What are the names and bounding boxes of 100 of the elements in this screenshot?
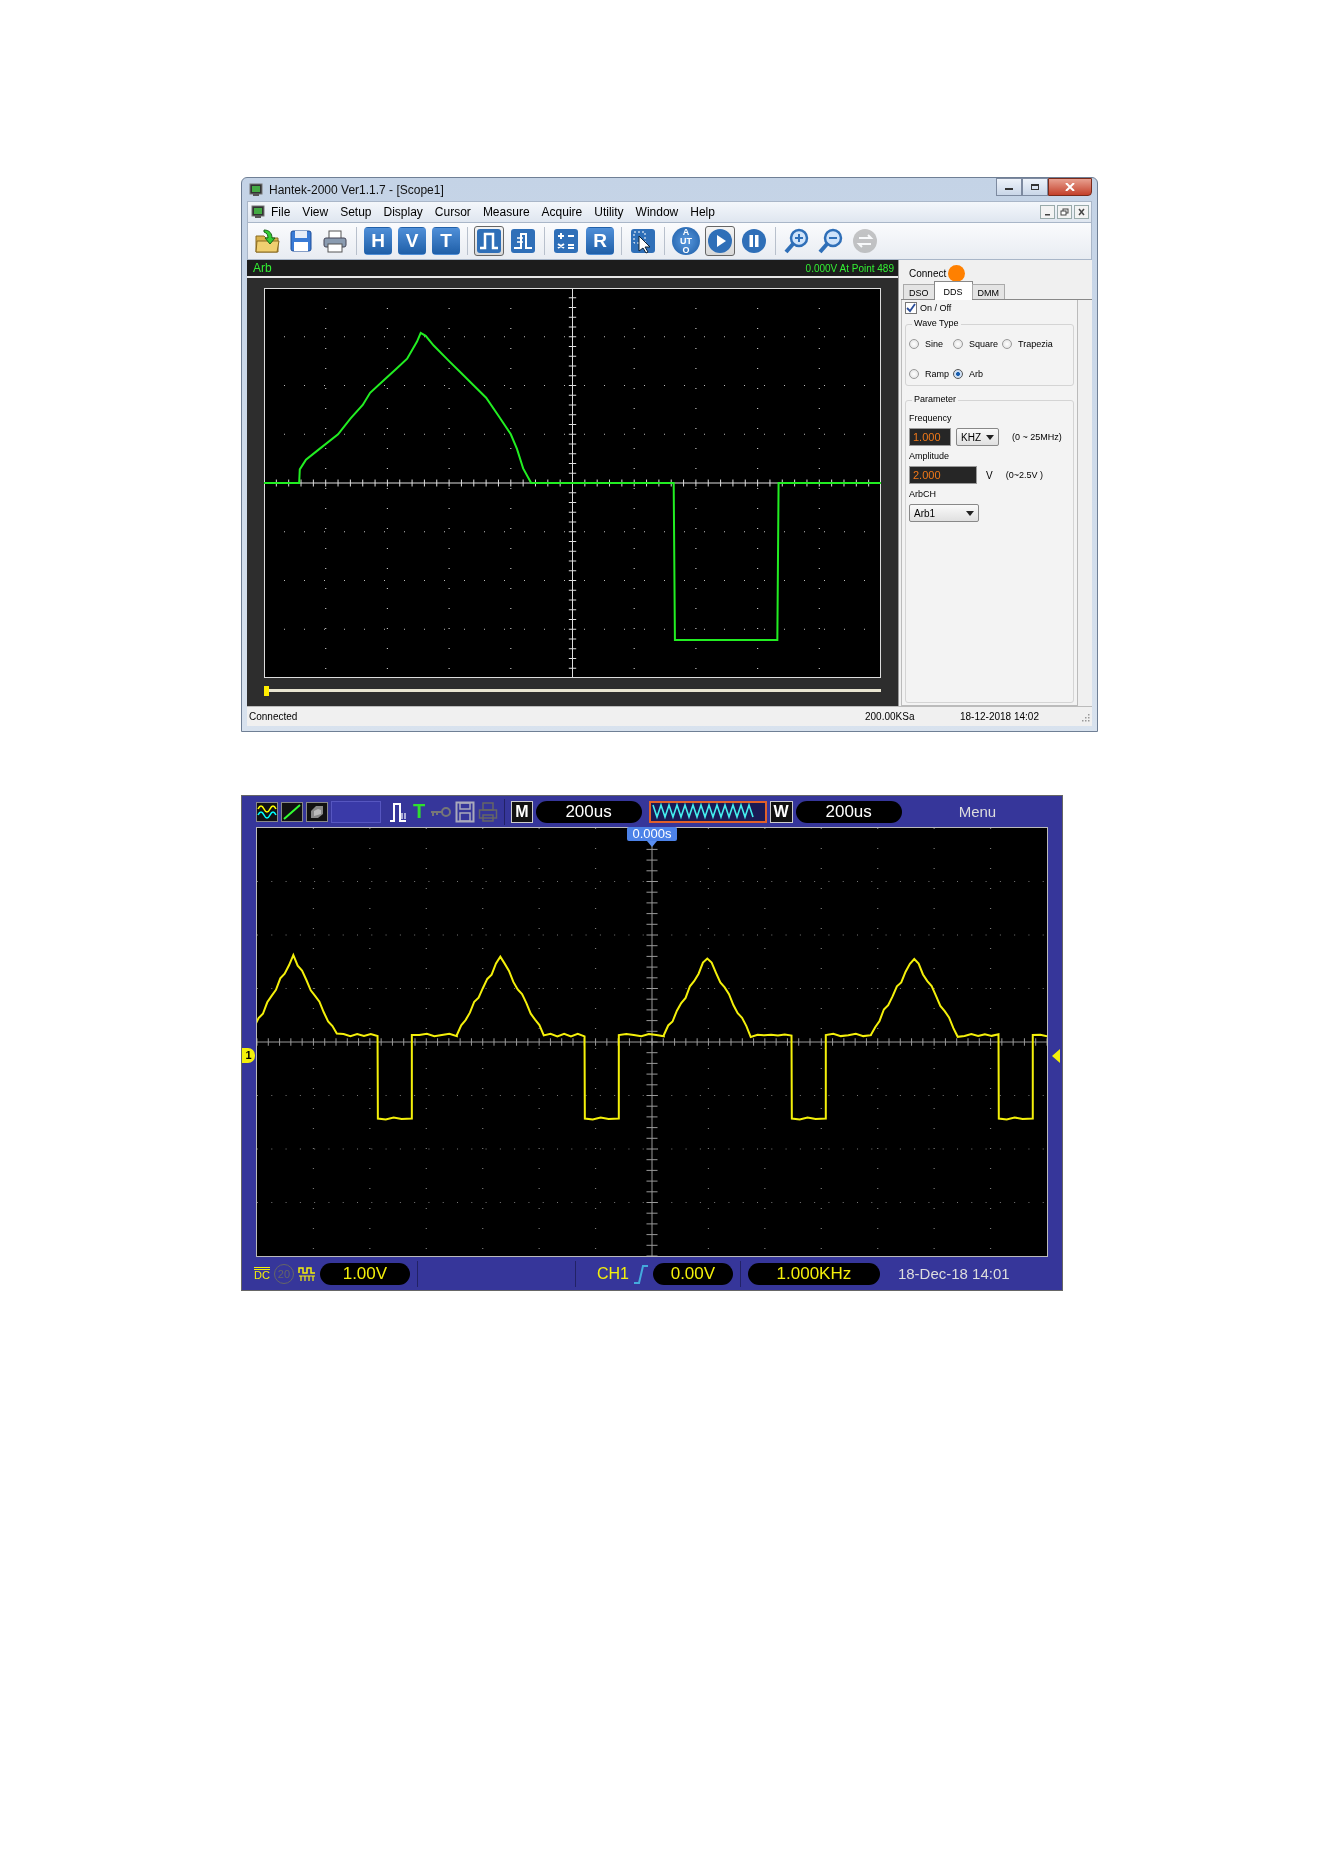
toolbar-button[interactable] xyxy=(508,226,538,256)
toolbar-button[interactable]: V xyxy=(398,227,426,255)
status-text: 18-12-2018 14:02 xyxy=(960,711,1040,722)
trigger-pulse-icon xyxy=(388,800,408,823)
trigger-level: 0.00V xyxy=(652,1262,733,1285)
invert-icon xyxy=(297,1265,316,1282)
field-label: Amplitude xyxy=(909,451,950,461)
key-icon xyxy=(430,805,453,818)
range-text: (0~2.5V ) xyxy=(1005,470,1043,480)
maximize-button[interactable] xyxy=(1022,178,1048,196)
restore-button[interactable] xyxy=(1057,205,1072,219)
slider-thumb[interactable] xyxy=(264,686,269,696)
arrows-icon xyxy=(852,228,878,254)
toolbar-button[interactable] xyxy=(705,226,735,256)
readout-text: 0.000V At Point 489 xyxy=(805,262,894,274)
toolbar-button[interactable] xyxy=(252,226,282,256)
zoom-out-icon xyxy=(818,228,844,254)
menu-item[interactable]: Utility xyxy=(588,205,630,219)
menu-label[interactable]: Menu xyxy=(958,803,997,820)
minimize-button[interactable] xyxy=(1040,205,1055,219)
toolbar-button[interactable]: AUTO xyxy=(672,227,700,255)
trigger-source: CH1 xyxy=(596,1264,629,1283)
trigger-status: T xyxy=(413,800,426,823)
folder-icon xyxy=(254,228,280,254)
toolbar-button[interactable]: T xyxy=(432,227,460,255)
wave-icon xyxy=(256,801,278,822)
field-label: ArbCH xyxy=(909,489,936,499)
channel-marker: 1 xyxy=(242,1048,255,1063)
persistence-icon xyxy=(306,801,328,822)
close-icon xyxy=(1077,208,1086,216)
radio-label: Square xyxy=(969,339,999,349)
timebase-value: 200us xyxy=(535,800,642,823)
unit-dropdown[interactable]: KHZ xyxy=(956,428,999,446)
window-overview-icon xyxy=(648,800,767,823)
radio-button[interactable] xyxy=(909,369,919,379)
tab[interactable]: DMM xyxy=(971,284,1006,299)
toolbar-button[interactable] xyxy=(551,226,581,256)
floppy-icon xyxy=(288,228,314,254)
menu-item[interactable]: View xyxy=(296,205,335,219)
rising-edge-icon xyxy=(632,1263,649,1284)
window-badge: W xyxy=(769,800,793,823)
radio-label: Arb xyxy=(969,369,984,379)
checkbox-label: On / Off xyxy=(920,303,952,313)
connect-label: Connect xyxy=(909,267,947,279)
menu-item[interactable]: Setup xyxy=(334,205,378,219)
trigger-pointer-icon xyxy=(647,841,657,847)
caret-icon xyxy=(966,510,974,516)
radio-button[interactable] xyxy=(1002,339,1013,349)
group-title: Parameter xyxy=(912,394,959,404)
menu-item[interactable]: Acquire xyxy=(535,205,589,219)
trigger-position-label: 0.000s xyxy=(627,827,677,841)
window-timebase: 200us xyxy=(795,800,902,823)
caret-icon xyxy=(986,434,994,440)
menu-item[interactable]: Measure xyxy=(476,205,536,219)
menu-item[interactable]: File xyxy=(265,205,297,219)
amplitude-field[interactable]: 2.000 xyxy=(909,466,977,484)
tab[interactable]: DDS xyxy=(933,281,973,300)
frequency-readout: 1.000KHz xyxy=(747,1262,880,1285)
range-text: (0 ~ 25MHz) xyxy=(1012,432,1062,442)
radio-button[interactable] xyxy=(953,369,963,379)
square-wave-icon xyxy=(476,228,502,254)
menu-item[interactable]: Help xyxy=(684,205,721,219)
radio-button[interactable] xyxy=(953,339,963,349)
trigger-level-icon xyxy=(1052,1049,1060,1063)
resize-grip-icon xyxy=(1080,711,1090,722)
volts-per-div: 1.00V xyxy=(319,1262,410,1285)
status-text: Connected xyxy=(249,711,299,722)
minimize-button[interactable] xyxy=(996,178,1022,196)
pause-icon xyxy=(741,228,767,254)
restore-icon xyxy=(1060,208,1069,216)
close-button[interactable] xyxy=(1048,178,1092,196)
menu-item[interactable]: Window xyxy=(629,205,685,219)
app-icon xyxy=(249,182,263,197)
document-icon xyxy=(251,205,265,219)
toolbar-button[interactable]: H xyxy=(364,227,392,255)
status-box xyxy=(331,800,381,823)
printer-icon xyxy=(322,228,348,254)
menu-item[interactable]: Display xyxy=(377,205,429,219)
toolbar-button[interactable]: R xyxy=(586,227,614,255)
unit-label: V xyxy=(986,469,993,481)
radio-label: Trapezia xyxy=(1018,339,1053,349)
radio-label: Ramp xyxy=(925,369,949,379)
close-button[interactable] xyxy=(1074,205,1089,219)
channel-dropdown[interactable]: Arb1 xyxy=(909,504,979,522)
toolbar-button[interactable] xyxy=(628,226,658,256)
check-icon xyxy=(906,303,916,313)
checkbox[interactable] xyxy=(905,302,917,314)
radio-button[interactable] xyxy=(909,339,919,349)
printer-icon xyxy=(478,800,499,823)
toolbar-button[interactable] xyxy=(739,226,769,256)
coupling-label: DC xyxy=(254,1266,270,1281)
math-icon xyxy=(553,228,579,254)
close-icon xyxy=(1065,183,1075,191)
maximize-icon xyxy=(1030,183,1040,191)
tab[interactable]: DSO xyxy=(903,284,935,299)
menu-item[interactable]: Cursor xyxy=(428,205,477,219)
frequency-field[interactable]: 1.000 xyxy=(909,428,951,446)
date-time: 18-Dec-18 14:01 xyxy=(897,1265,1010,1282)
toolbar-button[interactable] xyxy=(474,226,504,256)
radio-label: Sine xyxy=(925,339,943,349)
